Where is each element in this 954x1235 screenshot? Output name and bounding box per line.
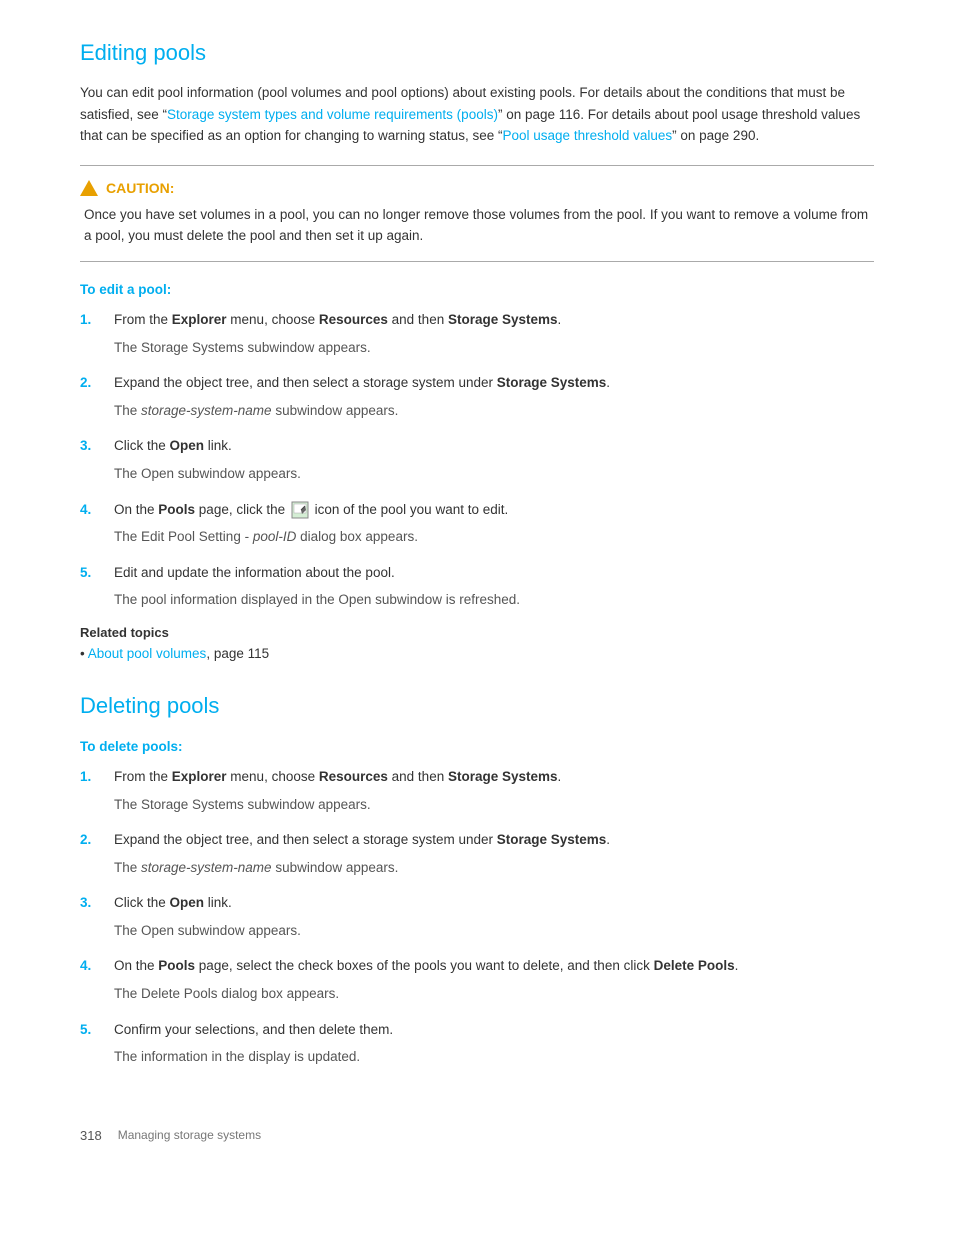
delete-step-4-subtext: The Delete Pools dialog box appears.	[114, 983, 874, 1005]
edit-step-3-text: Click the Open link.	[114, 438, 232, 453]
delete-step-1-text: From the Explorer menu, choose Resources…	[114, 769, 561, 784]
edit-step-3: 3. Click the Open link. The Open subwind…	[80, 435, 874, 484]
delete-step-4-text: On the Pools page, select the check boxe…	[114, 958, 738, 973]
delete-step-3-number: 3.	[80, 892, 102, 941]
related-topics-title: Related topics	[80, 625, 874, 640]
footer-page-label: Managing storage systems	[118, 1128, 261, 1142]
delete-step-5-subtext: The information in the display is update…	[114, 1046, 874, 1068]
intro-text-end: ” on page 290.	[672, 128, 759, 143]
edit-step-1-text: From the Explorer menu, choose Resources…	[114, 312, 561, 327]
edit-step-3-number: 3.	[80, 435, 102, 484]
caution-triangle-icon	[80, 180, 98, 196]
delete-steps-list: 1. From the Explorer menu, choose Resour…	[80, 766, 874, 1068]
editing-pools-title: Editing pools	[80, 40, 874, 66]
edit-step-1-content: From the Explorer menu, choose Resources…	[114, 309, 874, 358]
edit-pool-subsection-title: To edit a pool:	[80, 282, 874, 297]
edit-step-2-content: Expand the object tree, and then select …	[114, 372, 874, 421]
edit-step-5-text: Edit and update the information about th…	[114, 565, 395, 580]
edit-step-1-number: 1.	[80, 309, 102, 358]
edit-step-4-text: On the Pools page, click the icon of the…	[114, 502, 508, 517]
edit-step-5-subtext: The pool information displayed in the Op…	[114, 589, 874, 611]
delete-step-4-number: 4.	[80, 955, 102, 1004]
delete-step-1-content: From the Explorer menu, choose Resources…	[114, 766, 874, 815]
caution-text: Once you have set volumes in a pool, you…	[80, 204, 874, 247]
edit-step-5-number: 5.	[80, 562, 102, 611]
edit-step-3-subtext: The Open subwindow appears.	[114, 463, 874, 485]
delete-pool-subsection-title: To delete pools:	[80, 739, 874, 754]
caution-box: CAUTION: Once you have set volumes in a …	[80, 165, 874, 262]
delete-step-2-content: Expand the object tree, and then select …	[114, 829, 874, 878]
caution-label: CAUTION:	[106, 180, 174, 196]
edit-step-4-subtext: The Edit Pool Setting - pool-ID dialog b…	[114, 526, 874, 548]
footer-page-number: 318	[80, 1128, 102, 1143]
delete-step-2-number: 2.	[80, 829, 102, 878]
delete-step-1-subtext: The Storage Systems subwindow appears.	[114, 794, 874, 816]
delete-step-2: 2. Expand the object tree, and then sele…	[80, 829, 874, 878]
delete-step-3-text: Click the Open link.	[114, 895, 232, 910]
edit-step-4: 4. On the Pools page, click the icon of …	[80, 499, 874, 548]
footer-bar: 318 Managing storage systems	[80, 1128, 874, 1143]
edit-step-1-subtext: The Storage Systems subwindow appears.	[114, 337, 874, 359]
edit-steps-list: 1. From the Explorer menu, choose Resour…	[80, 309, 874, 611]
edit-step-2-subtext: The storage-system-name subwindow appear…	[114, 400, 874, 422]
delete-step-3: 3. Click the Open link. The Open subwind…	[80, 892, 874, 941]
delete-step-2-text: Expand the object tree, and then select …	[114, 832, 610, 847]
delete-step-5-content: Confirm your selections, and then delete…	[114, 1019, 874, 1068]
related-topic-link-1[interactable]: About pool volumes	[88, 646, 207, 661]
delete-step-3-content: Click the Open link. The Open subwindow …	[114, 892, 874, 941]
delete-step-4-content: On the Pools page, select the check boxe…	[114, 955, 874, 1004]
caution-header: CAUTION:	[80, 180, 874, 196]
edit-step-3-content: Click the Open link. The Open subwindow …	[114, 435, 874, 484]
delete-step-4: 4. On the Pools page, select the check b…	[80, 955, 874, 1004]
delete-step-1-number: 1.	[80, 766, 102, 815]
edit-step-4-content: On the Pools page, click the icon of the…	[114, 499, 874, 548]
edit-step-5-content: Edit and update the information about th…	[114, 562, 874, 611]
edit-step-4-number: 4.	[80, 499, 102, 548]
delete-step-5-text: Confirm your selections, and then delete…	[114, 1022, 393, 1037]
edit-step-2-number: 2.	[80, 372, 102, 421]
related-topics-list: About pool volumes, page 115	[80, 646, 874, 661]
edit-step-5: 5. Edit and update the information about…	[80, 562, 874, 611]
delete-step-5: 5. Confirm your selections, and then del…	[80, 1019, 874, 1068]
delete-step-5-number: 5.	[80, 1019, 102, 1068]
edit-pencil-icon	[291, 501, 309, 519]
related-topic-item-1: About pool volumes, page 115	[80, 646, 874, 661]
deleting-pools-title: Deleting pools	[80, 693, 874, 719]
delete-step-1: 1. From the Explorer menu, choose Resour…	[80, 766, 874, 815]
editing-pools-intro: You can edit pool information (pool volu…	[80, 82, 874, 147]
edit-step-1: 1. From the Explorer menu, choose Resour…	[80, 309, 874, 358]
delete-step-2-subtext: The storage-system-name subwindow appear…	[114, 857, 874, 879]
edit-step-2: 2. Expand the object tree, and then sele…	[80, 372, 874, 421]
edit-step-2-text: Expand the object tree, and then select …	[114, 375, 610, 390]
link-pool-usage-threshold[interactable]: Pool usage threshold values	[503, 128, 673, 143]
link-storage-system-types[interactable]: Storage system types and volume requirem…	[167, 107, 498, 122]
delete-step-3-subtext: The Open subwindow appears.	[114, 920, 874, 942]
